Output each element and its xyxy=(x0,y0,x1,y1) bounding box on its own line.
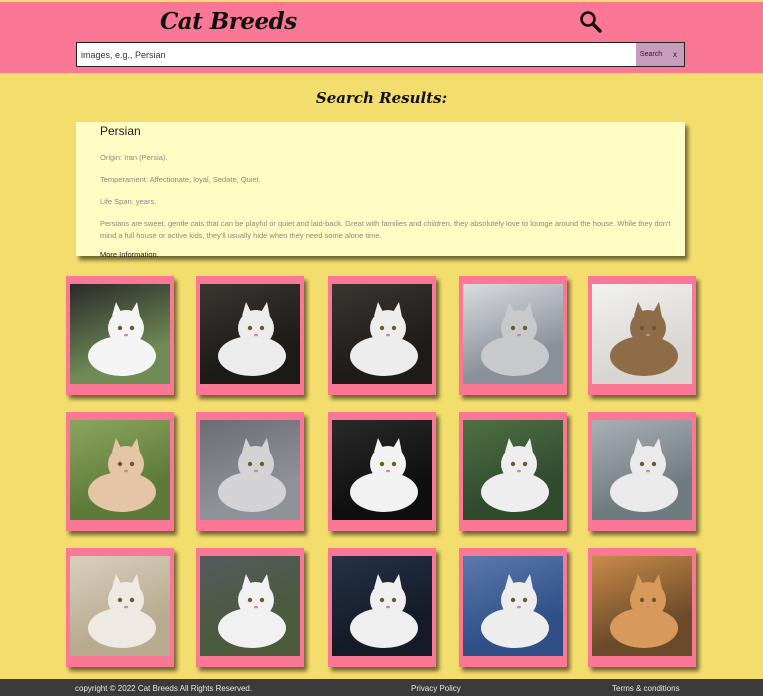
breed-name: Persian xyxy=(100,124,141,138)
more-information-link[interactable]: More Information. xyxy=(100,250,671,259)
cat-photo xyxy=(70,284,170,384)
magnifier-icon[interactable] xyxy=(579,10,603,34)
cat-photo-tile[interactable] xyxy=(459,276,567,395)
search-results-heading: Search Results: xyxy=(315,89,448,107)
cat-photo-tile[interactable] xyxy=(66,412,174,531)
cat-photo xyxy=(332,420,432,520)
cat-photo xyxy=(463,284,563,384)
cat-photo xyxy=(70,420,170,520)
cat-photo xyxy=(200,284,300,384)
site-header: Cat Breeds Search x xyxy=(0,2,763,73)
cat-photo xyxy=(200,420,300,520)
cat-photo-tile[interactable] xyxy=(66,548,174,667)
breed-info-card: Persian Origin: Iran (Persia). Temperame… xyxy=(76,122,685,259)
cat-photo-tile[interactable] xyxy=(196,276,304,395)
cat-photo xyxy=(200,556,300,656)
cat-photo-tile[interactable] xyxy=(66,276,174,395)
cat-photo xyxy=(463,420,563,520)
cat-photo xyxy=(332,556,432,656)
site-title: Cat Breeds xyxy=(160,8,297,35)
cat-photo-tile[interactable] xyxy=(459,548,567,667)
cat-photo xyxy=(592,420,692,520)
cat-photo-tile[interactable] xyxy=(328,412,436,531)
search-button[interactable]: Search xyxy=(636,43,666,66)
cat-photo-tile[interactable] xyxy=(328,548,436,667)
site-footer: copyright © 2022 Cat Breeds All Rights R… xyxy=(0,679,763,696)
cat-photo-tile[interactable] xyxy=(588,276,696,395)
cat-photo-tile[interactable] xyxy=(196,548,304,667)
breed-origin: Origin: Iran (Persia). xyxy=(100,153,168,162)
cat-photo-tile[interactable] xyxy=(196,412,304,531)
breed-temperament: Temperament: Affectionate, loyal, Sedate… xyxy=(100,175,261,184)
copyright-text: copyright © 2022 Cat Breeds All Rights R… xyxy=(75,684,253,693)
cat-photo-tile[interactable] xyxy=(588,412,696,531)
clear-search-button[interactable]: x xyxy=(666,43,684,66)
cat-photo xyxy=(463,556,563,656)
breed-description: Persians are sweet, gentle cats that can… xyxy=(100,219,671,240)
privacy-policy-link[interactable]: Privacy Policy xyxy=(411,684,461,693)
search-bar: Search x xyxy=(76,42,685,67)
cat-photo xyxy=(70,556,170,656)
terms-conditions-link[interactable]: Terms & conditions xyxy=(612,684,680,693)
cat-photo xyxy=(332,284,432,384)
cat-photo-tile[interactable] xyxy=(459,412,567,531)
cat-photo-tile[interactable] xyxy=(328,276,436,395)
breed-life-span: Life Span: years. xyxy=(100,197,157,206)
cat-photo-tile[interactable] xyxy=(588,548,696,667)
search-input[interactable] xyxy=(77,43,636,66)
cat-photo xyxy=(592,284,692,384)
cat-photo xyxy=(592,556,692,656)
